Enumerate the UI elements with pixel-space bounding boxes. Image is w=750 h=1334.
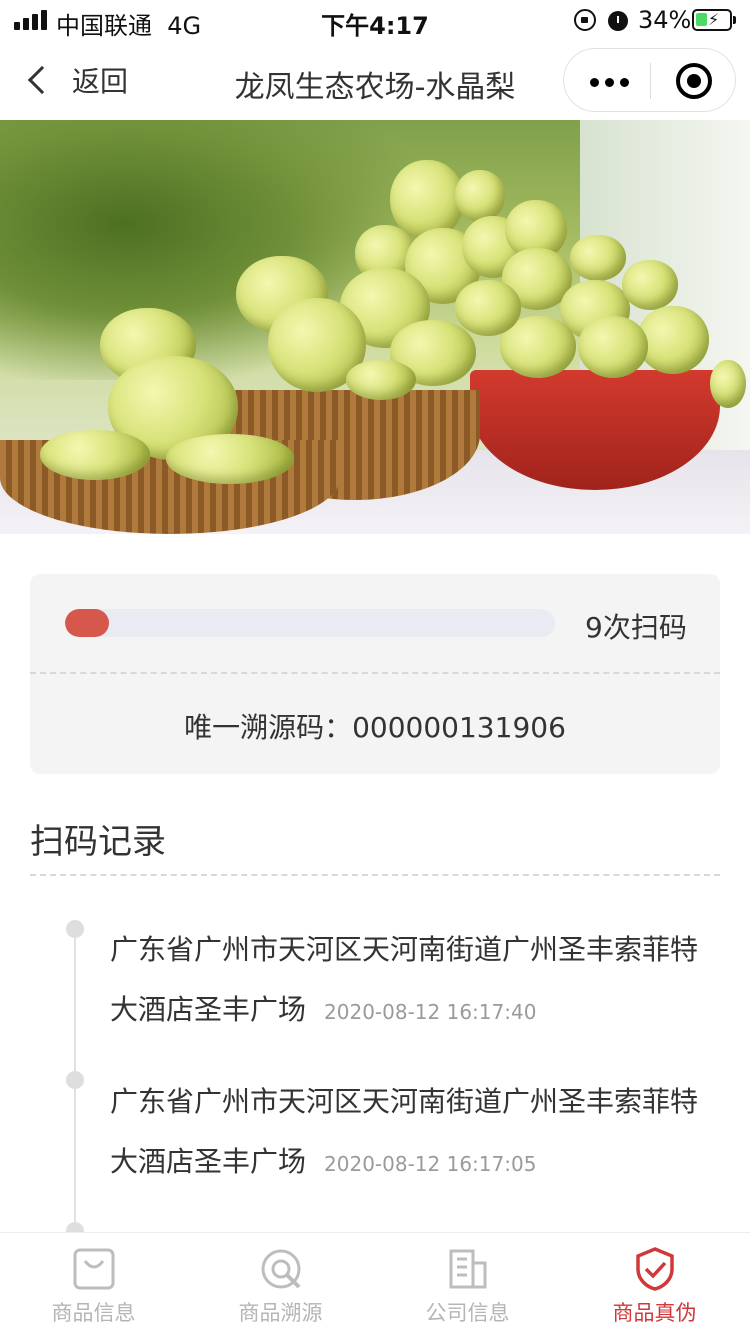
building-icon bbox=[449, 1249, 487, 1289]
status-bar: 中国联通 4G 下午4:17 34% ⚡ bbox=[0, 0, 750, 40]
pear bbox=[710, 360, 746, 408]
tab-product-trace[interactable]: 商品溯源 bbox=[187, 1233, 374, 1334]
rotation-lock-icon bbox=[574, 9, 596, 31]
trace-search-icon bbox=[261, 1249, 301, 1289]
scan-record-item: 广东省广州市天河区天河南街道广州圣丰索菲特大酒店圣丰广场 2020-08-12 1… bbox=[110, 920, 710, 1042]
scan-progress-bar bbox=[65, 609, 555, 637]
timeline-dot bbox=[66, 1071, 84, 1089]
scan-record-item: 广东省广州市天河区天河南街道广州圣丰索菲特大酒店圣丰广场 2020-08-12 1… bbox=[110, 1072, 710, 1194]
section-title-scan-records: 扫码记录 bbox=[30, 822, 166, 862]
tab-label: 商品真伪 bbox=[612, 1301, 697, 1325]
battery-level bbox=[696, 13, 707, 26]
pear bbox=[455, 170, 505, 222]
product-hero-image bbox=[0, 120, 750, 534]
timeline-dot bbox=[66, 920, 84, 938]
alarm-icon bbox=[606, 8, 630, 32]
pear bbox=[637, 306, 709, 374]
battery-icon: ⚡ bbox=[692, 9, 736, 31]
scan-info-card: 9次扫码 唯一溯源码：000000131906 bbox=[30, 574, 720, 774]
dashed-divider bbox=[30, 874, 720, 876]
trace-code-label: 唯一溯源码：000000131906 bbox=[184, 711, 566, 744]
dashed-divider bbox=[30, 672, 720, 674]
bottom-tab-bar: 商品信息 商品溯源 公司信息 商品真伪 bbox=[0, 1232, 750, 1334]
miniprogram-capsule bbox=[563, 48, 736, 112]
more-options-icon[interactable] bbox=[590, 77, 630, 87]
pear bbox=[346, 360, 416, 400]
record-timestamp: 2020-08-12 16:17:05 bbox=[324, 1152, 537, 1176]
tab-product-authenticity[interactable]: 商品真伪 bbox=[561, 1233, 748, 1334]
pear bbox=[166, 434, 294, 484]
page-title: 龙凤生态农场-水晶梨 bbox=[234, 70, 516, 105]
back-label: 返回 bbox=[72, 65, 129, 98]
close-miniprogram-icon[interactable] bbox=[676, 63, 712, 99]
scan-count-label: 9次扫码 bbox=[585, 611, 687, 644]
tab-company-info[interactable]: 公司信息 bbox=[374, 1233, 561, 1334]
tab-label: 商品信息 bbox=[51, 1301, 136, 1325]
chevron-left-icon bbox=[27, 65, 57, 95]
charging-bolt-icon: ⚡ bbox=[708, 10, 720, 29]
shopping-bag-icon bbox=[73, 1248, 115, 1290]
navigation-bar: 返回 龙凤生态农场-水晶梨 bbox=[0, 40, 750, 120]
pear bbox=[578, 316, 648, 378]
capsule-divider bbox=[650, 63, 651, 99]
tab-label: 公司信息 bbox=[425, 1301, 510, 1325]
shield-check-icon bbox=[636, 1247, 674, 1291]
scan-progress-fill bbox=[65, 609, 110, 637]
pear bbox=[622, 260, 678, 310]
pear bbox=[570, 235, 626, 281]
tab-product-info[interactable]: 商品信息 bbox=[0, 1233, 187, 1334]
back-button[interactable]: 返回 bbox=[24, 58, 128, 102]
tab-label: 商品溯源 bbox=[238, 1301, 323, 1325]
pear bbox=[455, 280, 521, 336]
record-timestamp: 2020-08-12 16:17:40 bbox=[324, 1000, 537, 1024]
battery-percent: 34% bbox=[638, 6, 692, 34]
pear bbox=[40, 430, 150, 480]
